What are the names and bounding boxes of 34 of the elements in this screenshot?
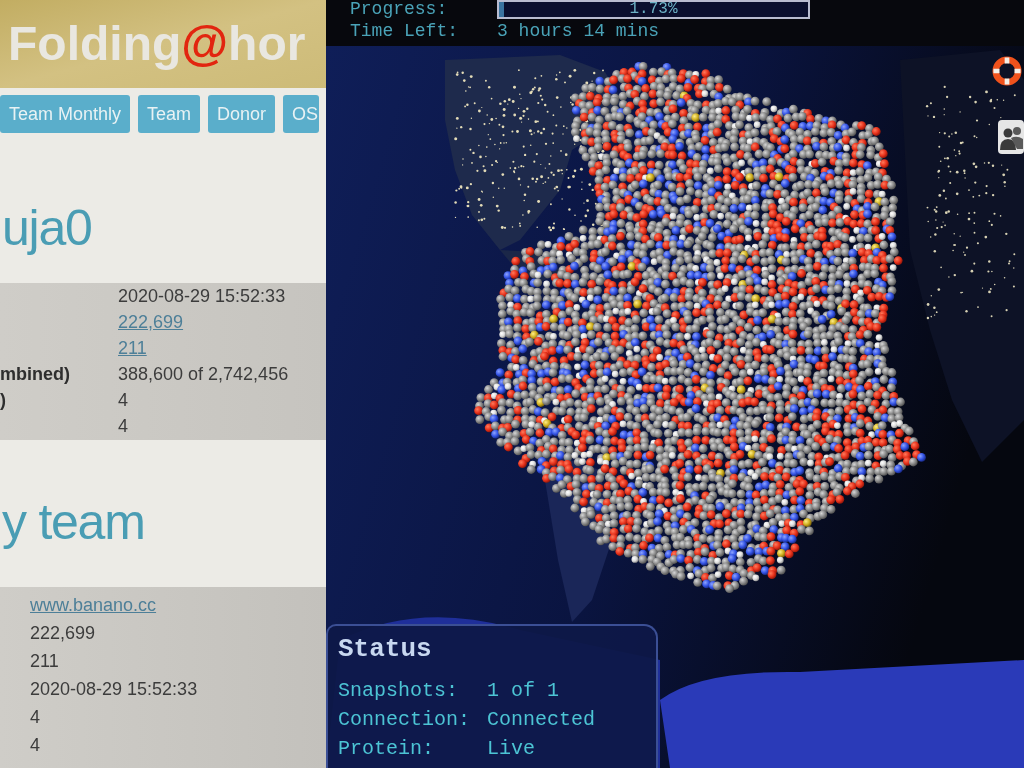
time-left-value: 3 hours 14 mins [497,22,660,40]
nav-tab[interactable]: Team [138,95,201,133]
status-value: 1 of 1 [487,680,559,701]
status-value: Live [487,738,535,759]
lifebuoy-icon[interactable] [992,56,1022,86]
stat-value: 211 [30,649,59,673]
stat-link[interactable]: 211 [118,334,147,362]
status-label: Snapshots: [338,680,460,701]
stat-value: 2020-08-29 15:52:33 [30,677,198,701]
stat-value: 222,699 [30,621,96,645]
status-value: Connected [487,709,596,730]
progress-label: Progress: [350,0,449,18]
row-label: ) [0,388,6,412]
progress-reading: 1.73% [629,1,678,17]
stat-link[interactable]: www.banano.cc [30,591,157,619]
people-icon[interactable] [998,120,1024,154]
status-label: Connection: [338,709,472,730]
section-heading: uja0 [2,203,92,253]
stat-value: 2020-08-29 15:52:33 [118,284,286,308]
stat-value: 4 [118,414,128,438]
stat-value: 388,600 of 2,742,456 [118,362,289,386]
site-logo: Folding@hor [8,20,306,68]
status-title: Status [338,636,432,662]
stat-value: 4 [30,705,40,729]
row-label: mbined) [0,362,70,386]
nav-tab[interactable]: Donor [208,95,276,133]
status-label: Protein: [338,738,435,759]
stat-value: 4 [30,733,40,757]
section-heading: y team [2,497,145,547]
stat-link[interactable]: 222,699 [118,308,184,336]
time-left-label: Time Left: [350,22,460,40]
stat-value: 4 [118,388,128,412]
nav-tab[interactable]: Team Monthly [0,95,131,133]
nav-tab[interactable]: OS [283,95,320,133]
